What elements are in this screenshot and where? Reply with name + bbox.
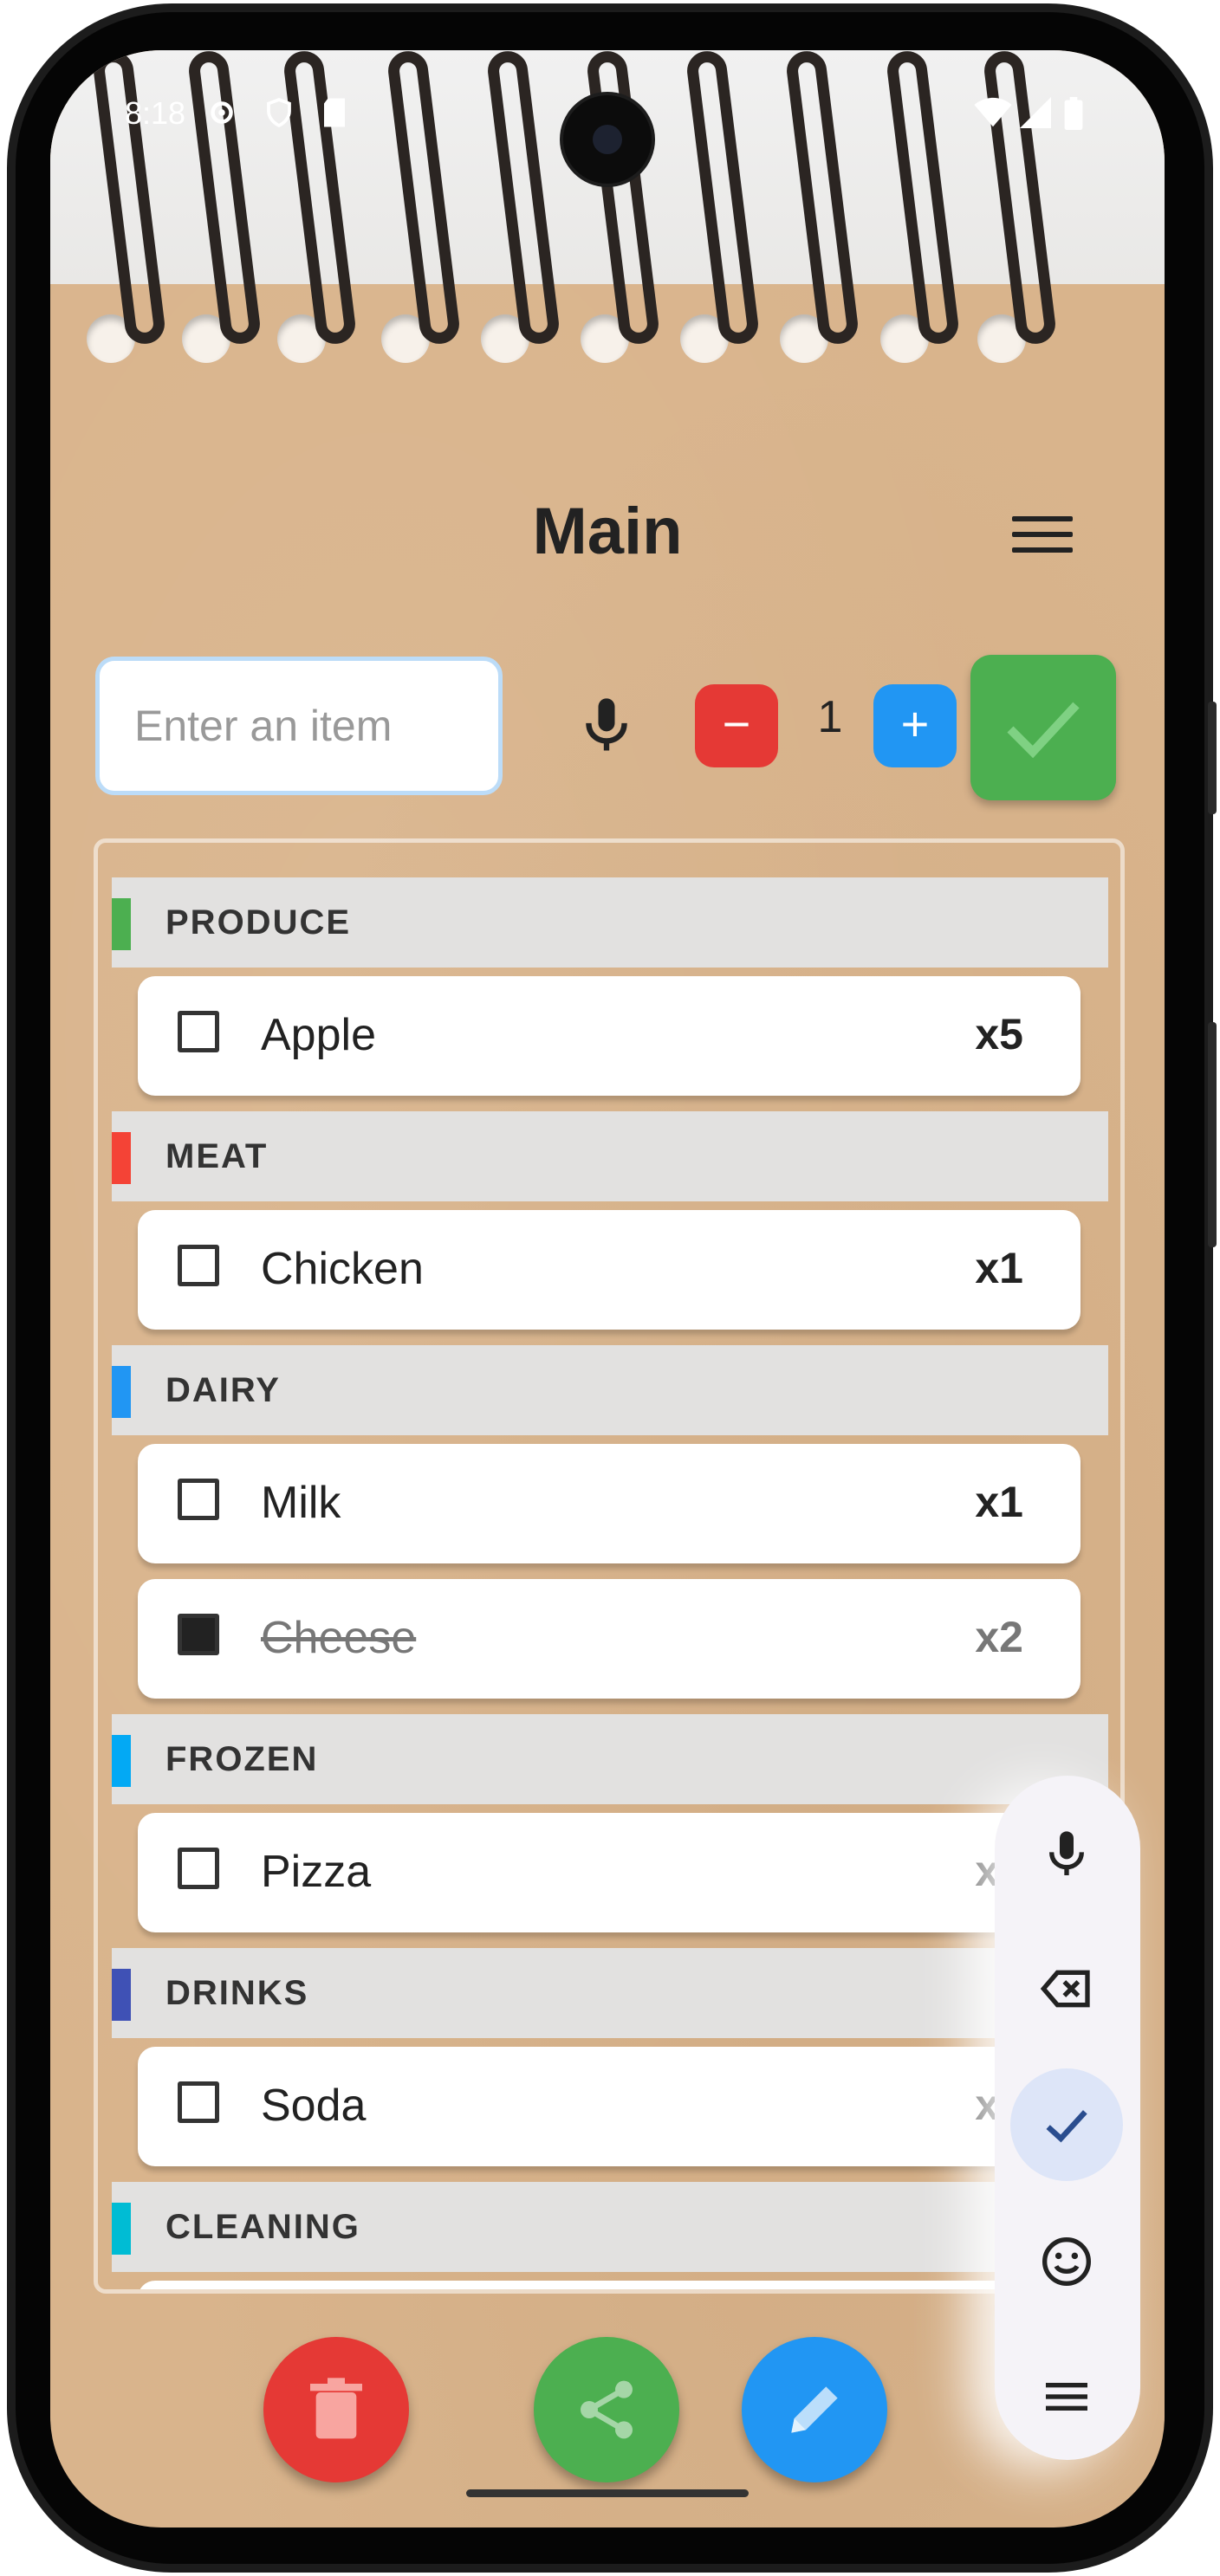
screen: 8:18 Main Enter an item − 1 + PRODUCE App… <box>50 50 1165 2527</box>
category-label: MEAT <box>165 1137 269 1175</box>
page-title: Main <box>532 495 683 568</box>
volume-button <box>1208 702 1217 814</box>
menu-key[interactable] <box>1010 2340 1123 2453</box>
shield-icon <box>267 97 291 128</box>
category-header: MEAT <box>112 1111 1108 1201</box>
category-header: FROZEN <box>112 1714 1108 1804</box>
keyboard-toolbar <box>995 1776 1140 2460</box>
category-color-bar <box>112 898 131 950</box>
item-checkbox[interactable] <box>178 1614 219 1655</box>
category-color-bar <box>112 1366 131 1418</box>
wifi-icon <box>974 97 1012 127</box>
category-label: CLEANING <box>165 2208 360 2246</box>
category-color-bar <box>112 1735 131 1787</box>
backspace-icon <box>1040 1970 1090 2008</box>
item-name: Pizza <box>261 1847 372 1897</box>
category-header: CLEANING <box>112 2182 1108 2272</box>
quantity-value: 1 <box>817 692 843 742</box>
shopping-list: PRODUCE Apple x5 MEAT Chicken x1 DAIRY Milk x1 Ch… <box>94 838 1125 2294</box>
item-name: Cheese <box>261 1613 417 1663</box>
category-label: DAIRY <box>165 1371 281 1409</box>
increase-quantity-button[interactable]: + <box>873 684 957 767</box>
category-color-bar <box>112 1132 131 1184</box>
list-item[interactable]: Chicken x1 <box>138 1210 1080 1330</box>
category-color-bar <box>112 1969 131 2021</box>
share-button[interactable] <box>534 2337 679 2482</box>
item-quantity: x2 <box>975 1613 1023 1661</box>
item-checkbox[interactable] <box>178 1245 219 1286</box>
delete-button[interactable] <box>263 2337 409 2482</box>
item-quantity: x5 <box>975 1010 1023 1058</box>
list-item[interactable] <box>138 2281 1080 2289</box>
microphone-icon[interactable] <box>574 693 639 759</box>
category-label: FROZEN <box>165 1740 319 1778</box>
menu-icon-line <box>1012 547 1073 553</box>
menu-icon-line <box>1012 532 1073 537</box>
power-button <box>1208 1022 1217 1247</box>
microphone-icon <box>1049 1831 1084 1875</box>
item-checkbox[interactable] <box>178 1479 219 1520</box>
category-color-bar <box>112 2203 131 2255</box>
item-name: Apple <box>261 1010 376 1060</box>
signal-icon <box>1020 97 1051 128</box>
item-name: Chicken <box>261 1244 424 1294</box>
pencil-icon <box>791 2386 838 2433</box>
list-item[interactable]: Milk x1 <box>138 1444 1080 1563</box>
check-icon <box>1007 702 1080 759</box>
list-item[interactable]: Apple x5 <box>138 976 1080 1096</box>
emoji-icon <box>1042 2237 1091 2286</box>
add-item-button[interactable] <box>970 655 1116 800</box>
item-name: Milk <box>261 1478 341 1528</box>
item-input[interactable]: Enter an item <box>95 657 503 795</box>
settings-icon <box>211 101 233 124</box>
list-item[interactable]: Pizzax3 <box>138 1813 1080 1932</box>
item-quantity: x1 <box>975 1478 1023 1526</box>
front-camera <box>563 95 652 184</box>
list-item[interactable]: Cheese x2 <box>138 1579 1080 1699</box>
menu-button[interactable] <box>1012 516 1073 565</box>
list-item[interactable]: Sodax2 <box>138 2047 1080 2166</box>
category-header: DRINKS <box>112 1948 1108 2038</box>
check-icon <box>1046 2110 1087 2143</box>
emoji-key[interactable] <box>1010 2205 1123 2318</box>
check-key[interactable] <box>1010 2068 1123 2181</box>
home-indicator[interactable] <box>466 2489 749 2497</box>
menu-icon <box>1046 2383 1087 2411</box>
item-checkbox[interactable] <box>178 1848 219 1889</box>
item-checkbox[interactable] <box>178 2081 219 2123</box>
item-checkbox[interactable] <box>178 1011 219 1052</box>
category-header: PRODUCE <box>112 877 1108 968</box>
edit-button[interactable] <box>742 2337 887 2482</box>
category-label: DRINKS <box>165 1974 309 2012</box>
menu-icon <box>1012 516 1073 521</box>
microphone-key[interactable] <box>1010 1798 1123 1911</box>
decrease-quantity-button[interactable]: − <box>695 684 778 767</box>
item-name: Soda <box>261 2081 367 2131</box>
trash-icon <box>310 2378 362 2439</box>
status-time: 8:18 <box>125 95 186 131</box>
category-label: PRODUCE <box>165 903 352 942</box>
battery-icon <box>1064 97 1083 130</box>
item-quantity: x1 <box>975 1244 1023 1292</box>
category-header: DAIRY <box>112 1345 1108 1435</box>
sd-card-icon <box>324 98 345 127</box>
share-icon <box>581 2380 633 2439</box>
backspace-key[interactable] <box>1010 1932 1123 2045</box>
